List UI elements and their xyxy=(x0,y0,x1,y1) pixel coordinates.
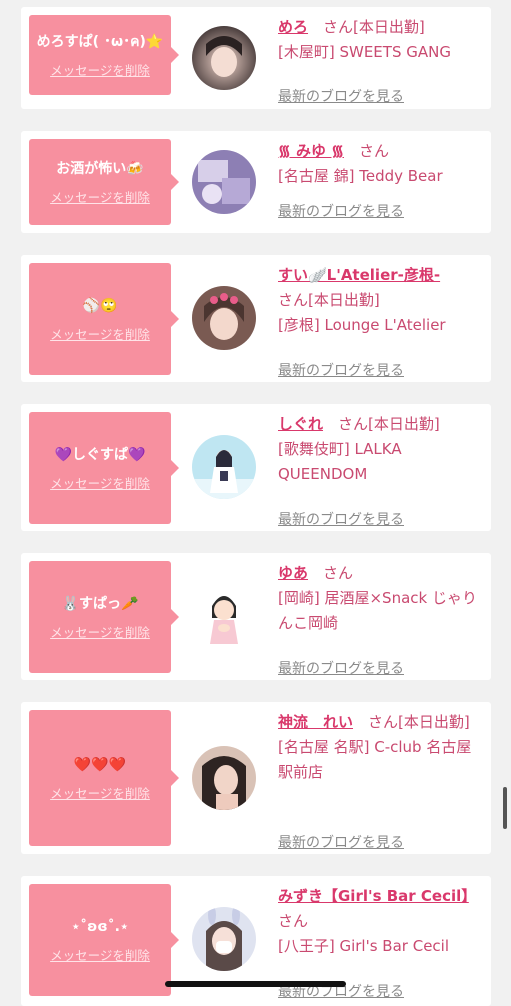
latest-blog-link[interactable]: 最新のブログを見る xyxy=(278,200,404,225)
avatar[interactable] xyxy=(192,150,256,214)
message-bubble: 💜しぐすぱ💜 メッセージを削除 xyxy=(29,412,179,524)
cast-name-link[interactable]: みずき【Girl's Bar Cecil】 xyxy=(278,887,469,905)
avatar[interactable] xyxy=(192,435,256,499)
avatar[interactable] xyxy=(192,26,256,90)
cast-info: すい🪽L'Atelier-彦根- さん[本日出勤] [彦根] Lounge L'… xyxy=(278,263,483,379)
avatar-photo xyxy=(192,150,256,214)
message-text: ⋆˚ʚɞ˚.⋆ xyxy=(71,918,129,935)
attendance-status: [本日出勤] xyxy=(308,291,380,309)
cast-name-link[interactable]: すい🪽L'Atelier-彦根- xyxy=(278,263,483,288)
home-indicator[interactable] xyxy=(165,981,346,987)
cast-card: ❤️❤️❤️ メッセージを削除 神流 れい さん[本日出勤] [名古屋 名駅] … xyxy=(21,702,491,854)
delete-message-link[interactable]: メッセージを削除 xyxy=(50,473,150,492)
shop-name: [八王子] Girl's Bar Cecil xyxy=(278,937,450,955)
avatar-photo xyxy=(192,907,256,971)
cast-card: 🐰すぱっ🥕 メッセージを削除 ゆあ さん [岡崎] 居酒屋×Snack じゃりん… xyxy=(21,553,491,680)
latest-blog-link[interactable]: 最新のブログを見る xyxy=(278,508,404,533)
message-bubble: 🐰すぱっ🥕 メッセージを削除 xyxy=(29,561,179,673)
avatar-photo xyxy=(192,26,256,90)
cast-card: ⚾️🙄 メッセージを削除 すい🪽L'Atelier-彦根- さん[本日出勤] [… xyxy=(21,255,491,382)
shop-name: [名古屋 錦] Teddy Bear xyxy=(278,167,443,185)
message-text: ⚾️🙄 xyxy=(82,297,118,314)
delete-message-link[interactable]: メッセージを削除 xyxy=(50,622,150,641)
cast-card: めろすぱ( ･ω･ค)⭐️ メッセージを削除 めろ さん[本日出勤] [木屋町]… xyxy=(21,7,491,109)
cast-info: めろ さん[本日出勤] [木屋町] SWEETS GANG 最新のブログを見る xyxy=(278,15,483,105)
avatar[interactable] xyxy=(192,907,256,971)
message-text: 🐰すぱっ🥕 xyxy=(61,595,139,612)
cast-info: ᯾ みゆ ᯾ さん [名古屋 錦] Teddy Bear 最新のブログを見る xyxy=(278,139,483,220)
delete-message-link[interactable]: メッセージを削除 xyxy=(50,60,150,79)
delete-message-link[interactable]: メッセージを削除 xyxy=(50,783,150,802)
message-bubble: めろすぱ( ･ω･ค)⭐️ メッセージを削除 xyxy=(29,15,179,95)
message-bubble: ❤️❤️❤️ メッセージを削除 xyxy=(29,710,179,846)
latest-blog-link[interactable]: 最新のブログを見る xyxy=(278,831,404,856)
message-bubble: ⚾️🙄 メッセージを削除 xyxy=(29,263,179,375)
avatar-photo xyxy=(192,584,256,648)
avatar[interactable] xyxy=(192,584,256,648)
shop-name: [岡崎] 居酒屋×Snack じゃりんこ岡崎 xyxy=(278,589,477,632)
cast-info: 神流 れい さん[本日出勤] [名古屋 名駅] C-club 名古屋駅前店 最新… xyxy=(278,710,483,851)
avatar-photo xyxy=(192,435,256,499)
shop-name: [彦根] Lounge L'Atelier xyxy=(278,316,446,334)
attendance-status: [本日出勤] xyxy=(368,415,440,433)
cast-info: みずき【Girl's Bar Cecil】 さん [八王子] Girl's Ba… xyxy=(278,884,483,1000)
avatar[interactable] xyxy=(192,286,256,350)
shop-name: [名古屋 名駅] C-club 名古屋駅前店 xyxy=(278,738,472,781)
latest-blog-link[interactable]: 最新のブログを見る xyxy=(278,359,404,384)
attendance-status: [本日出勤] xyxy=(398,713,470,731)
message-text: ❤️❤️❤️ xyxy=(73,756,127,773)
delete-message-link[interactable]: メッセージを削除 xyxy=(50,945,150,964)
avatar-photo xyxy=(192,746,256,810)
cast-name-link[interactable]: ゆあ xyxy=(278,564,308,582)
cast-name-link[interactable]: 神流 れい xyxy=(278,713,353,731)
cast-card: 💜しぐすぱ💜 メッセージを削除 しぐれ さん[本日出勤] [歌舞伎町] LALK… xyxy=(21,404,491,531)
delete-message-link[interactable]: メッセージを削除 xyxy=(50,324,150,343)
message-text: 💜しぐすぱ💜 xyxy=(54,446,146,463)
cast-info: しぐれ さん[本日出勤] [歌舞伎町] LALKA QUEENDOM 最新のブロ… xyxy=(278,412,483,528)
message-bubble: ⋆˚ʚɞ˚.⋆ メッセージを削除 xyxy=(29,884,179,996)
cast-info: ゆあ さん [岡崎] 居酒屋×Snack じゃりんこ岡崎 最新のブログを見る xyxy=(278,561,483,677)
message-text: お酒が怖い🍻 xyxy=(56,160,144,177)
avatar-photo xyxy=(192,286,256,350)
delete-message-link[interactable]: メッセージを削除 xyxy=(50,187,150,206)
cast-name-link[interactable]: ᯾ みゆ ᯾ xyxy=(278,142,344,160)
attendance-status: [本日出勤] xyxy=(353,18,425,36)
cast-name-link[interactable]: しぐれ xyxy=(278,415,323,433)
scrollbar[interactable] xyxy=(503,787,507,829)
shop-name: [歌舞伎町] LALKA QUEENDOM xyxy=(278,440,402,483)
cast-name-link[interactable]: めろ xyxy=(278,18,308,36)
latest-blog-link[interactable]: 最新のブログを見る xyxy=(278,85,404,110)
avatar[interactable] xyxy=(192,746,256,810)
cast-card: お酒が怖い🍻 メッセージを削除 ᯾ みゆ ᯾ さん [名古屋 錦] Teddy … xyxy=(21,131,491,233)
message-bubble: お酒が怖い🍻 メッセージを削除 xyxy=(29,139,179,225)
message-text: めろすぱ( ･ω･ค)⭐️ xyxy=(36,33,164,50)
latest-blog-link[interactable]: 最新のブログを見る xyxy=(278,657,404,682)
shop-name: [木屋町] SWEETS GANG xyxy=(278,43,451,61)
